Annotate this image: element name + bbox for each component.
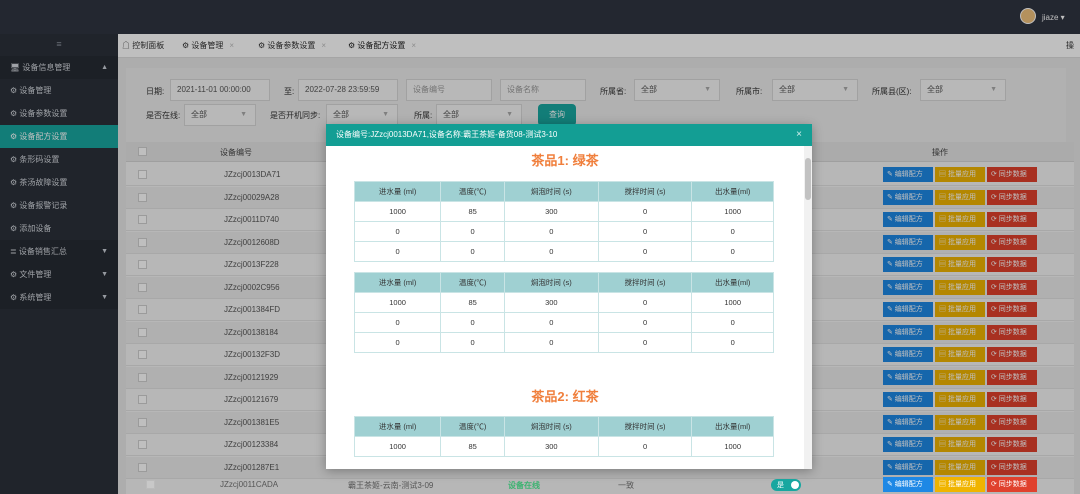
table-cell: 85	[440, 436, 506, 457]
edit-recipe-button[interactable]: ✎ 编辑配方	[883, 477, 933, 492]
table-cell: 0	[597, 221, 693, 242]
modal-title: 设备编号:JZzcj0013DA71,设备名称:霸王茶姬-备货08-测试3-10	[336, 130, 558, 139]
table-cell: 0	[353, 312, 442, 333]
row-device-no: JZzcj0011CADA	[220, 480, 279, 489]
table-row: 1000 85 300 0 1000	[353, 292, 774, 313]
table-cell: 0	[597, 436, 693, 457]
table-cell: 1000	[353, 201, 442, 222]
table-cell: 0	[504, 221, 599, 242]
table-cell: 0	[691, 312, 774, 333]
table-row: 1000 85 300 0 1000	[353, 201, 774, 222]
row-device-name: 霸王茶姬-云南-测试3-09	[348, 481, 434, 490]
table-cell: 0	[691, 241, 774, 262]
table-row: 00000	[353, 241, 774, 262]
col-steep-time: 焖泡时间 (s)	[504, 272, 599, 293]
recipe-modal: 设备编号:JZzcj0013DA71,设备名称:霸王茶姬-备货08-测试3-10…	[326, 124, 812, 469]
recipe-table-3: 进水量 (ml) 温度(℃) 焖泡时间 (s) 搅拌时间 (s) 出水量(ml)…	[353, 416, 774, 457]
col-water-in: 进水量 (ml)	[353, 416, 442, 437]
col-water-out: 出水量(ml)	[691, 181, 774, 202]
table-cell: 1000	[691, 292, 774, 313]
table-cell: 0	[597, 241, 693, 262]
col-stir-time: 搅拌时间 (s)	[597, 416, 693, 437]
table-cell: 0	[353, 221, 442, 242]
table-cell: 0	[597, 292, 693, 313]
table-cell: 0	[691, 221, 774, 242]
table-cell: 1000	[353, 436, 442, 457]
status-badge: 设备在线	[508, 481, 540, 490]
row-sync-result: 一致	[618, 481, 634, 490]
table-cell: 0	[597, 332, 693, 353]
modal-body: 茶品1: 绿茶 进水量 (ml) 温度(℃) 焖泡时间 (s) 搅拌时间 (s)…	[326, 146, 804, 469]
table-cell: 300	[504, 292, 599, 313]
close-icon[interactable]: ×	[796, 124, 802, 146]
col-steep-time: 焖泡时间 (s)	[504, 181, 599, 202]
table-header-row: 进水量 (ml) 温度(℃) 焖泡时间 (s) 搅拌时间 (s) 出水量(ml)	[353, 181, 774, 202]
table-row: JZzcj0011CADA 霸王茶姬-云南-测试3-09 设备在线 一致 是 ✎…	[0, 476, 1080, 494]
table-row: 00000	[353, 221, 774, 242]
table-header-row: 进水量 (ml) 温度(℃) 焖泡时间 (s) 搅拌时间 (s) 出水量(ml)	[353, 416, 774, 437]
table-row: 1000 85 300 0 1000	[353, 436, 774, 457]
col-temperature: 温度(℃)	[440, 181, 506, 202]
col-water-out: 出水量(ml)	[691, 416, 774, 437]
table-row: 00000	[353, 312, 774, 333]
recipe-table-2: 进水量 (ml) 温度(℃) 焖泡时间 (s) 搅拌时间 (s) 出水量(ml)…	[353, 272, 774, 353]
table-cell: 1000	[691, 436, 774, 457]
table-cell: 0	[504, 312, 599, 333]
table-cell: 1000	[353, 292, 442, 313]
col-temperature: 温度(℃)	[440, 416, 506, 437]
batch-apply-button[interactable]: ▤ 批量应用	[935, 477, 985, 492]
tea-title-1: 茶品1: 绿茶	[531, 153, 599, 168]
table-cell: 300	[504, 436, 599, 457]
table-cell: 0	[440, 332, 506, 353]
table-cell: 0	[597, 201, 693, 222]
col-steep-time: 焖泡时间 (s)	[504, 416, 599, 437]
table-cell: 0	[440, 312, 506, 333]
sync-toggle[interactable]: 是	[771, 479, 801, 491]
table-cell: 0	[353, 332, 442, 353]
col-stir-time: 搅拌时间 (s)	[597, 272, 693, 293]
table-cell: 1000	[691, 201, 774, 222]
table-cell: 0	[597, 312, 693, 333]
sync-data-button[interactable]: ⟳ 同步数据	[987, 477, 1037, 492]
recipe-table-1: 进水量 (ml) 温度(℃) 焖泡时间 (s) 搅拌时间 (s) 出水量(ml)…	[353, 181, 774, 262]
col-water-in: 进水量 (ml)	[353, 181, 442, 202]
row-checkbox[interactable]	[146, 480, 155, 489]
modal-header: 设备编号:JZzcj0013DA71,设备名称:霸王茶姬-备货08-测试3-10…	[326, 124, 812, 146]
col-water-in: 进水量 (ml)	[353, 272, 442, 293]
tea-title-2: 茶品2: 红茶	[531, 389, 599, 404]
table-cell: 85	[440, 201, 506, 222]
table-cell: 300	[504, 201, 599, 222]
table-cell: 0	[504, 332, 599, 353]
row-actions: ✎ 编辑配方 ▤ 批量应用 ⟳ 同步数据	[883, 477, 1037, 492]
col-stir-time: 搅拌时间 (s)	[597, 181, 693, 202]
modal-scrollbar[interactable]	[804, 146, 812, 469]
table-cell: 0	[440, 241, 506, 262]
col-water-out: 出水量(ml)	[691, 272, 774, 293]
table-cell: 0	[504, 241, 599, 262]
table-cell: 0	[353, 241, 442, 262]
table-header-row: 进水量 (ml) 温度(℃) 焖泡时间 (s) 搅拌时间 (s) 出水量(ml)	[353, 272, 774, 293]
table-cell: 85	[440, 292, 506, 313]
table-cell: 0	[440, 221, 506, 242]
table-cell: 0	[691, 332, 774, 353]
col-temperature: 温度(℃)	[440, 272, 506, 293]
toggle-label: 是	[777, 482, 784, 489]
scrollbar-thumb[interactable]	[805, 158, 811, 200]
table-row: 00000	[353, 332, 774, 353]
